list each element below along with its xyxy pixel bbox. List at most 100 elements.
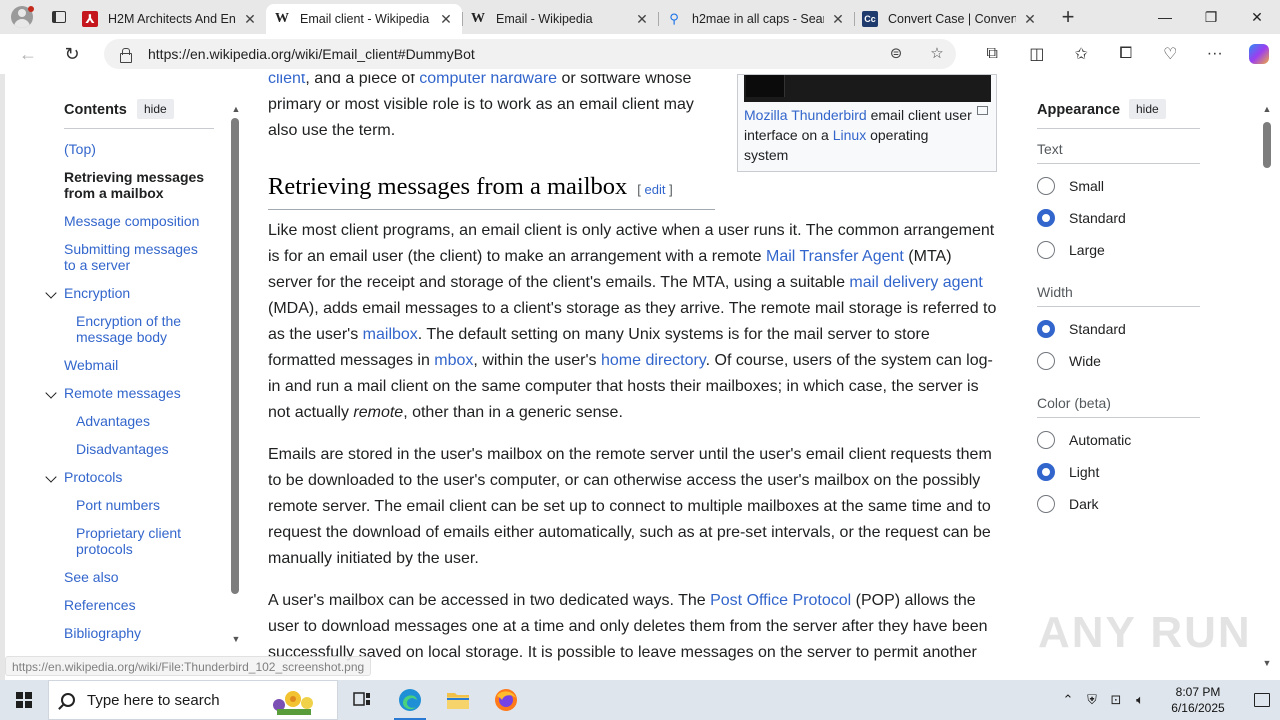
toc-item-message-composition[interactable]: Message composition [64, 213, 199, 229]
page-scroll-down-icon[interactable]: ▼ [1262, 658, 1272, 668]
link-client[interactable]: client [268, 74, 305, 87]
more-menu-icon[interactable]: ··· [1193, 34, 1238, 74]
toc-item-encryption[interactable]: Encryption [64, 285, 130, 301]
link-mozilla-thunderbird[interactable]: Mozilla Thunderbird [744, 107, 867, 123]
toc-scrollbar[interactable] [231, 118, 239, 594]
url-text[interactable]: https://en.wikipedia.org/wiki/Email_clie… [148, 46, 475, 62]
page-scrollbar[interactable] [1263, 122, 1271, 168]
extensions-icon[interactable]: ⧉ [970, 34, 1015, 74]
favorite-star-icon[interactable]: ☆ [927, 44, 947, 64]
back-button[interactable]: ← [8, 34, 48, 74]
radio-text-small[interactable]: Small [1037, 177, 1104, 195]
tab-actions-button[interactable] [44, 0, 74, 34]
collections-icon[interactable]: ⧠ [1104, 34, 1149, 74]
tab-email-client[interactable]: W Email client - Wikipedia ✕ [266, 4, 462, 34]
close-icon[interactable]: ✕ [830, 11, 846, 28]
toc-item-references[interactable]: References [64, 597, 136, 613]
enlarge-icon[interactable] [977, 106, 988, 115]
radio-circle[interactable] [1037, 495, 1055, 513]
toc-item-label[interactable]: Encryption [64, 285, 130, 301]
taskbar-search[interactable]: Type here to search [48, 680, 338, 720]
copilot-button[interactable] [1237, 34, 1280, 74]
clock[interactable]: 8:07 PM 6/16/2025 [1160, 684, 1236, 716]
task-view-button[interactable] [338, 680, 386, 720]
toc-item-remote-messages[interactable]: Remote messages [64, 385, 181, 401]
radio-color-light[interactable]: Light [1037, 463, 1099, 481]
link-linux[interactable]: Linux [833, 127, 866, 143]
edge-app[interactable] [386, 680, 434, 720]
toc-item-retrieving[interactable]: Retrieving messages from a mailbox [64, 169, 214, 201]
close-icon[interactable]: ✕ [1022, 11, 1038, 28]
toc-hide-button[interactable]: hide [137, 99, 174, 119]
toc-item-label[interactable]: Remote messages [64, 385, 181, 401]
toc-item-bibliography[interactable]: Bibliography [64, 625, 141, 641]
radio-circle[interactable] [1037, 352, 1055, 370]
radio-width-standard[interactable]: Standard [1037, 320, 1126, 338]
restore-icon[interactable]: ❐ [1188, 0, 1234, 34]
tab-h2m[interactable]: ⅄ H2M Architects And Engi ✕ [74, 4, 266, 34]
address-bar[interactable]: https://en.wikipedia.org/wiki/Email_clie… [104, 39, 956, 69]
link-computer-hardware[interactable]: computer hardware [419, 74, 557, 87]
radio-circle[interactable] [1037, 431, 1055, 449]
radio-circle[interactable] [1037, 241, 1055, 259]
toc-item-webmail[interactable]: Webmail [64, 357, 118, 373]
network-icon[interactable]: ⊡ [1104, 692, 1128, 708]
toc-item-proprietary[interactable]: Proprietary client protocols [76, 525, 206, 557]
toc-item-top[interactable]: (Top) [64, 141, 96, 157]
link-mailbox[interactable]: mailbox [363, 326, 418, 343]
profile-button[interactable] [0, 0, 44, 34]
notifications-button[interactable] [1244, 680, 1280, 720]
close-icon[interactable]: ✕ [242, 11, 258, 28]
minimize-icon[interactable]: — [1142, 0, 1188, 34]
favorites-icon[interactable]: ✩ [1059, 34, 1104, 74]
toc-item-advantages[interactable]: Advantages [76, 413, 150, 429]
radio-text-large[interactable]: Large [1037, 241, 1105, 259]
toc-item-label[interactable]: Protocols [64, 469, 122, 485]
radio-circle[interactable] [1037, 463, 1055, 481]
radio-color-automatic[interactable]: Automatic [1037, 431, 1131, 449]
split-screen-icon[interactable]: ◫ [1015, 34, 1060, 74]
toc-item-submitting[interactable]: Submitting messages to a server [64, 241, 209, 273]
toc-item-disadvantages[interactable]: Disadvantages [76, 441, 169, 457]
refresh-button[interactable]: ↻ [52, 34, 92, 74]
file-explorer-app[interactable] [434, 680, 482, 720]
radio-color-dark[interactable]: Dark [1037, 495, 1099, 513]
security-icon[interactable]: ⛨ [1080, 692, 1104, 708]
close-icon[interactable]: ✕ [634, 11, 650, 28]
toc-item-encryption-body[interactable]: Encryption of the message body [76, 313, 206, 345]
performance-icon[interactable]: ♡ [1148, 34, 1193, 74]
scroll-down-icon[interactable]: ▼ [231, 634, 241, 644]
new-tab-button[interactable]: + [1050, 4, 1086, 30]
tab-email[interactable]: W Email - Wikipedia ✕ [462, 4, 658, 34]
radio-circle[interactable] [1037, 177, 1055, 195]
lock-icon[interactable] [118, 47, 132, 63]
scroll-up-icon[interactable]: ▲ [231, 104, 241, 114]
volume-icon[interactable]: 🔈︎ [1128, 692, 1152, 708]
chevron-up-icon[interactable]: ⌃ [1056, 692, 1080, 708]
appearance-hide-button[interactable]: hide [1129, 99, 1166, 119]
close-icon[interactable]: ✕ [438, 11, 454, 28]
edit-link[interactable]: edit [644, 182, 665, 197]
chevron-down-icon[interactable] [46, 471, 58, 483]
start-button[interactable] [0, 680, 48, 720]
toc-item-protocols[interactable]: Protocols [64, 469, 122, 485]
radio-width-wide[interactable]: Wide [1037, 352, 1101, 370]
close-window-icon[interactable]: ✕ [1234, 0, 1280, 34]
toc-item-port-numbers[interactable]: Port numbers [76, 497, 160, 513]
link-mail-delivery-agent[interactable]: mail delivery agent [849, 274, 982, 291]
radio-circle[interactable] [1037, 320, 1055, 338]
firefox-app[interactable] [482, 680, 530, 720]
link-home-directory[interactable]: home directory [601, 352, 706, 369]
chevron-down-icon[interactable] [46, 387, 58, 399]
chevron-down-icon[interactable] [46, 287, 58, 299]
link-post-office-protocol[interactable]: Post Office Protocol [710, 592, 851, 609]
reader-mode-icon[interactable]: ⊜ [886, 44, 906, 64]
thunderbird-screenshot[interactable] [744, 75, 991, 102]
page-scroll-up-icon[interactable]: ▲ [1262, 104, 1272, 114]
link-mail-transfer-agent[interactable]: Mail Transfer Agent [766, 248, 904, 265]
radio-text-standard[interactable]: Standard [1037, 209, 1126, 227]
link-mbox[interactable]: mbox [434, 352, 473, 369]
radio-circle[interactable] [1037, 209, 1055, 227]
tab-convert-case[interactable]: Cc Convert Case | Convert u ✕ [854, 4, 1046, 34]
tab-search[interactable]: ⚲ h2mae in all caps - Searc ✕ [658, 4, 854, 34]
